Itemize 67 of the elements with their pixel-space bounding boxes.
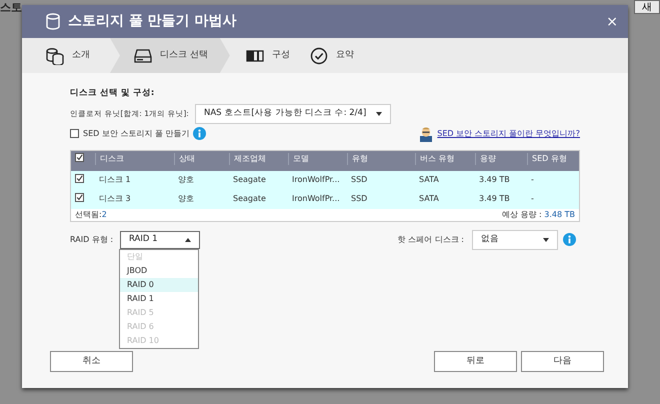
- new-button[interactable]: 새: [634, 0, 660, 14]
- info-icon: [563, 233, 576, 246]
- column-header: 버스 유형: [415, 153, 475, 165]
- caret-icon: [376, 112, 382, 116]
- wizard-step[interactable]: 요약: [310, 38, 374, 73]
- checkbox[interactable]: [70, 129, 79, 138]
- table-cell-text: SATA: [418, 193, 440, 206]
- table-row[interactable]: 디스크 3 양호 Seagate IronWolfPr... SSD SATA 3.49 TB -: [71, 190, 579, 209]
- table-cell-text: -: [530, 174, 535, 186]
- table-cell-text: IronWolfPr...: [291, 174, 341, 186]
- wizard-step[interactable]: 디스크 선택: [110, 38, 230, 73]
- dropdown-option[interactable]: RAID 1: [120, 292, 198, 306]
- window-title: 스토리지 풀 만들기 마법사: [68, 12, 237, 31]
- enclosure-select[interactable]: NAS 호스트[사용 가능한 디스크 수: 2/4]: [195, 104, 392, 124]
- back-button[interactable]: 뒤로: [434, 351, 517, 372]
- table-cell-text: 디스크 3: [98, 193, 132, 206]
- dropdown-option: 단일: [120, 250, 198, 264]
- field-label: RAID 유형 :: [70, 234, 114, 246]
- caret-icon: [543, 238, 549, 242]
- database-stack-icon: [46, 46, 64, 64]
- table-cell-text: -: [530, 193, 535, 206]
- table-cell-text: Seagate: [232, 193, 267, 206]
- column-header: 유형: [347, 153, 415, 165]
- column-header: 제조업체: [229, 153, 288, 165]
- column-header: SED 유형: [527, 153, 579, 165]
- wizard-step[interactable]: 구성: [246, 38, 310, 73]
- wizard-step[interactable]: 소개: [46, 38, 110, 73]
- dropdown-option[interactable]: JBOD: [120, 264, 198, 278]
- database-icon: [46, 13, 60, 30]
- dropdown-option[interactable]: RAID 0: [120, 278, 198, 292]
- table-cell-text: 디스크 1: [98, 174, 132, 186]
- table-cell-text: 양호: [177, 174, 195, 186]
- column-header: 상태: [174, 153, 229, 165]
- table-cell-text: SSD: [350, 174, 368, 186]
- cancel-button[interactable]: 취소: [50, 351, 133, 372]
- checkbox[interactable]: [75, 174, 84, 183]
- table-cell-text: Seagate: [232, 174, 267, 186]
- caret-icon: [185, 238, 191, 242]
- table-cell-text: SSD: [350, 193, 368, 206]
- check-circle-icon: [310, 46, 328, 64]
- next-button[interactable]: 다음: [521, 351, 604, 372]
- dropdown-option: RAID 10: [120, 334, 198, 348]
- column-header: 모델: [288, 153, 347, 165]
- dropdown-option: RAID 6: [120, 320, 198, 334]
- field-label: 핫 스페어 디스크 :: [398, 234, 464, 246]
- section-title: 디스크 선택 및 구성:: [70, 87, 156, 100]
- column-header: 용량: [475, 153, 527, 165]
- dropdown-option: RAID 5: [120, 306, 198, 320]
- hot-spare-select[interactable]: 없음: [472, 230, 558, 250]
- table-row[interactable]: 디스크 1 양호 Seagate IronWolfPr... SSD SATA 3.49 TB -: [71, 170, 579, 190]
- table-cell-text: SATA: [418, 174, 440, 186]
- help-link[interactable]: SED 보안 스토리지 풀이란 무엇입니까?: [437, 128, 580, 140]
- checkbox-label: SED 보안 스토리지 풀 만들기: [83, 128, 190, 140]
- page-title: 스토: [0, 0, 22, 16]
- column-header: 디스크: [95, 153, 174, 165]
- close-button[interactable]: ×: [606, 14, 618, 28]
- checkbox[interactable]: [75, 152, 84, 162]
- selected-count: 선택됨:2: [75, 208, 107, 221]
- table-cell-text: 3.49 TB: [478, 174, 511, 186]
- estimated-capacity: 예상 용량 : 3.48 TB: [502, 208, 575, 221]
- table-cell-text: 3.49 TB: [478, 193, 511, 206]
- table-cell-text: 양호: [177, 193, 195, 206]
- checkbox[interactable]: [75, 192, 84, 202]
- info-icon: [193, 127, 206, 140]
- drive-icon: [134, 46, 152, 64]
- raid-select[interactable]: RAID 1: [120, 230, 200, 249]
- table-cell-text: IronWolfPr...: [291, 193, 341, 206]
